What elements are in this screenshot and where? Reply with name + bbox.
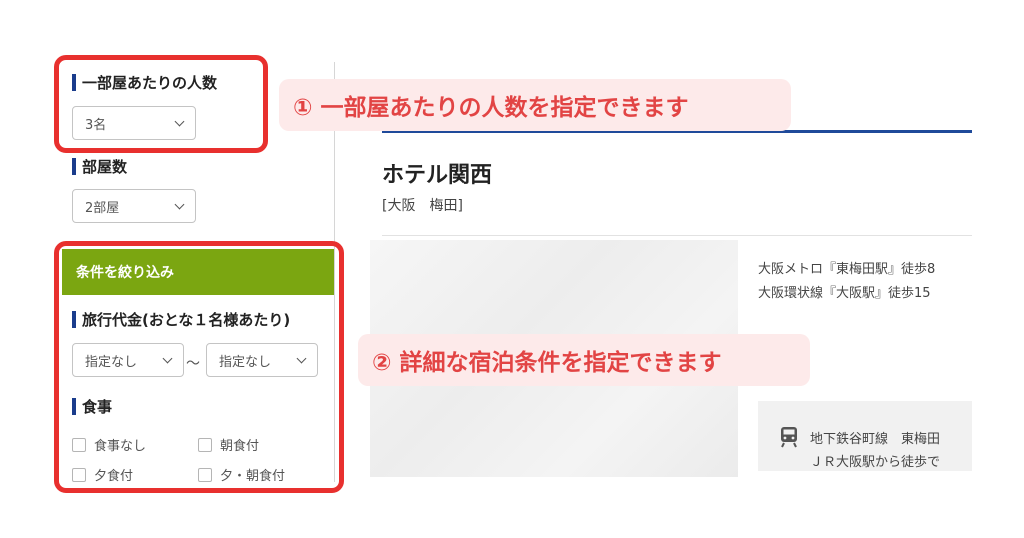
route-text-subway: 地下鉄谷町線 東梅田 <box>810 432 941 447</box>
callout-guests: ① 一部屋あたりの人数を指定できます <box>279 79 791 131</box>
route-info: 地下鉄谷町線 東梅田 ＪＲ大阪駅から徒歩で <box>758 401 972 471</box>
hotel-name[interactable]: ホテル関西 <box>382 157 492 189</box>
access-text-jr: 大阪環状線『大阪駅』徒歩15 <box>758 286 931 301</box>
rooms-select[interactable]: 2部屋 <box>72 189 196 223</box>
chevron-down-icon <box>174 199 185 209</box>
hotel-result-card: ホテル関西 [大阪 梅田] 大阪メトロ『東梅田駅』徒歩8 大阪環状線『大阪駅』徒… <box>352 130 972 480</box>
rooms-title: 部屋数 <box>72 156 127 177</box>
highlight-box-guests <box>54 55 268 153</box>
hotel-area: [大阪 梅田] <box>382 198 463 214</box>
divider <box>382 235 972 236</box>
rooms-value: 2部屋 <box>85 200 120 216</box>
callout-filters: ② 詳細な宿泊条件を指定できます <box>358 334 810 386</box>
highlight-box-filters <box>54 241 344 493</box>
train-icon <box>781 427 797 448</box>
access-text-metro: 大阪メトロ『東梅田駅』徒歩8 <box>758 262 936 277</box>
route-text-jr: ＪＲ大阪駅から徒歩で <box>810 455 941 470</box>
